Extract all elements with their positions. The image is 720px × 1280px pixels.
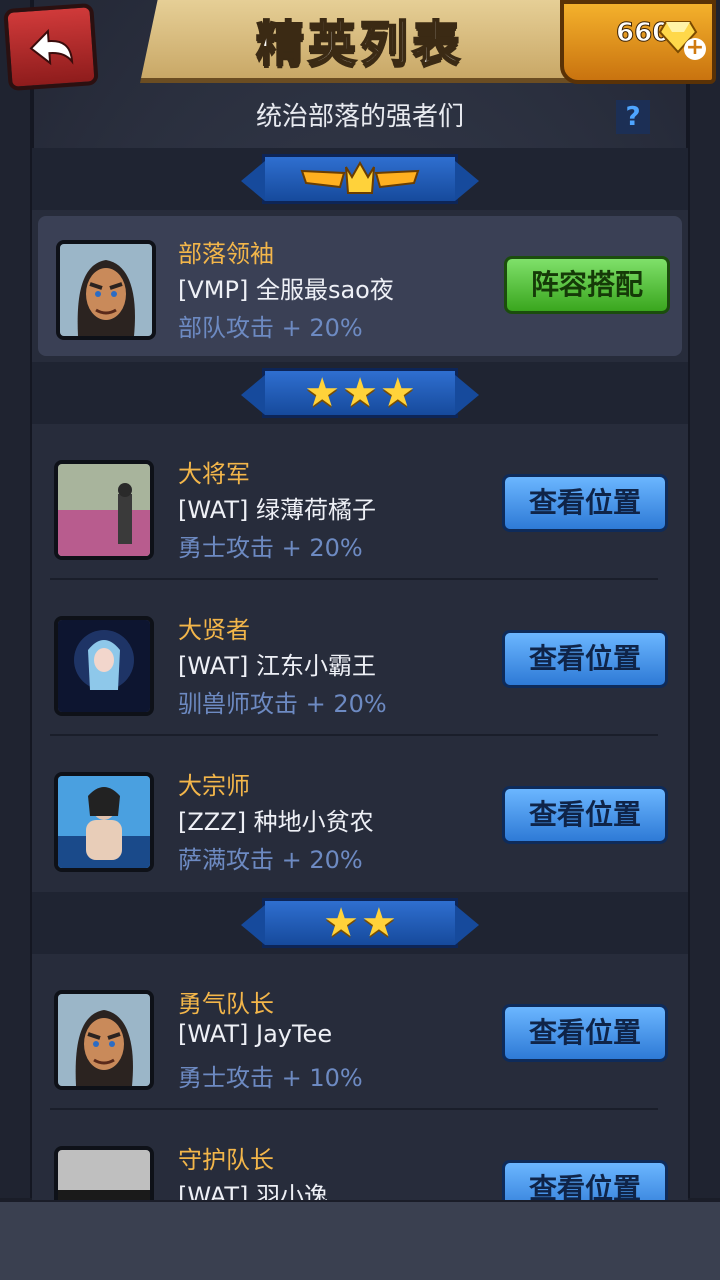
player-name: [WAT] JayTee <box>178 1020 333 1048</box>
portrait-image <box>60 244 152 336</box>
star-icon: ★ <box>342 370 378 416</box>
add-gems-icon[interactable]: + <box>684 37 706 60</box>
rock-border-right <box>686 0 720 1280</box>
gem-counter[interactable]: 660 + <box>560 0 716 84</box>
tier-header <box>32 148 688 210</box>
player-name: [WAT] 江东小霸王 <box>178 652 376 680</box>
tier-header: ★ ★ <box>32 892 688 954</box>
rock-border-bottom <box>0 1198 720 1280</box>
elite-row: 勇气队长 [WAT] JayTee 勇士攻击 + 10% 查看位置 <box>32 954 688 1110</box>
view-location-button[interactable]: 查看位置 <box>502 1160 668 1200</box>
elite-row: 大贤者 [WAT] 江东小霸王 驯兽师攻击 + 20% 查看位置 <box>32 580 688 736</box>
star-icon: ★ <box>304 370 341 416</box>
buff-text: 萨满攻击 + 20% <box>178 846 363 874</box>
title-banner: 精英列表 <box>140 0 580 83</box>
avatar[interactable] <box>56 240 156 340</box>
tier-header: ★ ★ ★ <box>32 362 688 424</box>
player-name: [ZZZ] 种地小贫农 <box>178 808 374 836</box>
page-title: 精英列表 <box>255 15 464 73</box>
player-name: [WAT] 羽小逸 <box>178 1182 328 1200</box>
rank-title: 部落领袖 <box>178 240 274 268</box>
star-icon: ★ <box>361 900 397 946</box>
elite-list[interactable]: 部落领袖 [VMP] 全服最sao夜 部队攻击 + 20% 阵容搭配 ★ ★ ★ 大将军 [WA… <box>32 148 688 1200</box>
star-ribbon: ★ ★ ★ <box>241 368 479 418</box>
buff-text: 勇士攻击 + 20% <box>178 534 363 562</box>
portrait-image <box>58 1150 150 1200</box>
star-icon: ★ <box>379 370 416 416</box>
avatar[interactable] <box>54 990 154 1090</box>
view-location-button[interactable]: 查看位置 <box>502 786 668 844</box>
elite-row: 守护队长 [WAT] 羽小逸 查看位置 <box>32 1110 688 1200</box>
lineup-button[interactable]: 阵容搭配 <box>504 256 670 314</box>
rank-title: 大贤者 <box>178 616 250 644</box>
avatar[interactable] <box>54 1146 154 1200</box>
help-button[interactable]: ? <box>616 100 650 134</box>
rank-title: 守护队长 <box>178 1146 274 1174</box>
player-name: [WAT] 绿薄荷橘子 <box>178 496 376 524</box>
portrait-image <box>58 994 150 1086</box>
avatar[interactable] <box>54 772 154 872</box>
back-arrow-icon <box>29 28 74 66</box>
view-location-button[interactable]: 查看位置 <box>502 630 668 688</box>
avatar[interactable] <box>54 460 154 560</box>
crown-wings-icon <box>300 160 420 194</box>
subtitle: 统治部落的强者们 <box>255 102 464 132</box>
portrait-image <box>58 464 150 556</box>
player-name: [VMP] 全服最sao夜 <box>178 276 394 304</box>
avatar[interactable] <box>54 616 154 716</box>
star-icon: ★ <box>323 900 359 946</box>
buff-text: 驯兽师攻击 + 20% <box>178 690 387 718</box>
rock-border-left <box>0 0 34 1280</box>
elite-row: 大宗师 [ZZZ] 种地小贫农 萨满攻击 + 20% 查看位置 <box>32 736 688 892</box>
view-location-button[interactable]: 查看位置 <box>502 1004 668 1062</box>
view-location-button[interactable]: 查看位置 <box>502 474 668 532</box>
back-button[interactable] <box>3 2 99 92</box>
elite-row: 大将军 [WAT] 绿薄荷橘子 勇士攻击 + 20% 查看位置 <box>32 424 688 580</box>
leader-crest-icon <box>241 154 479 204</box>
rank-title: 勇气队长 <box>178 990 274 1018</box>
leader-row: 部落领袖 [VMP] 全服最sao夜 部队攻击 + 20% 阵容搭配 <box>38 216 682 356</box>
rank-title: 大将军 <box>178 460 250 488</box>
rank-title: 大宗师 <box>178 772 250 800</box>
buff-text: 部队攻击 + 20% <box>178 314 363 342</box>
portrait-image <box>58 620 150 712</box>
buff-text: 勇士攻击 + 10% <box>178 1064 363 1092</box>
star-ribbon: ★ ★ <box>241 898 479 948</box>
portrait-image <box>58 776 150 868</box>
